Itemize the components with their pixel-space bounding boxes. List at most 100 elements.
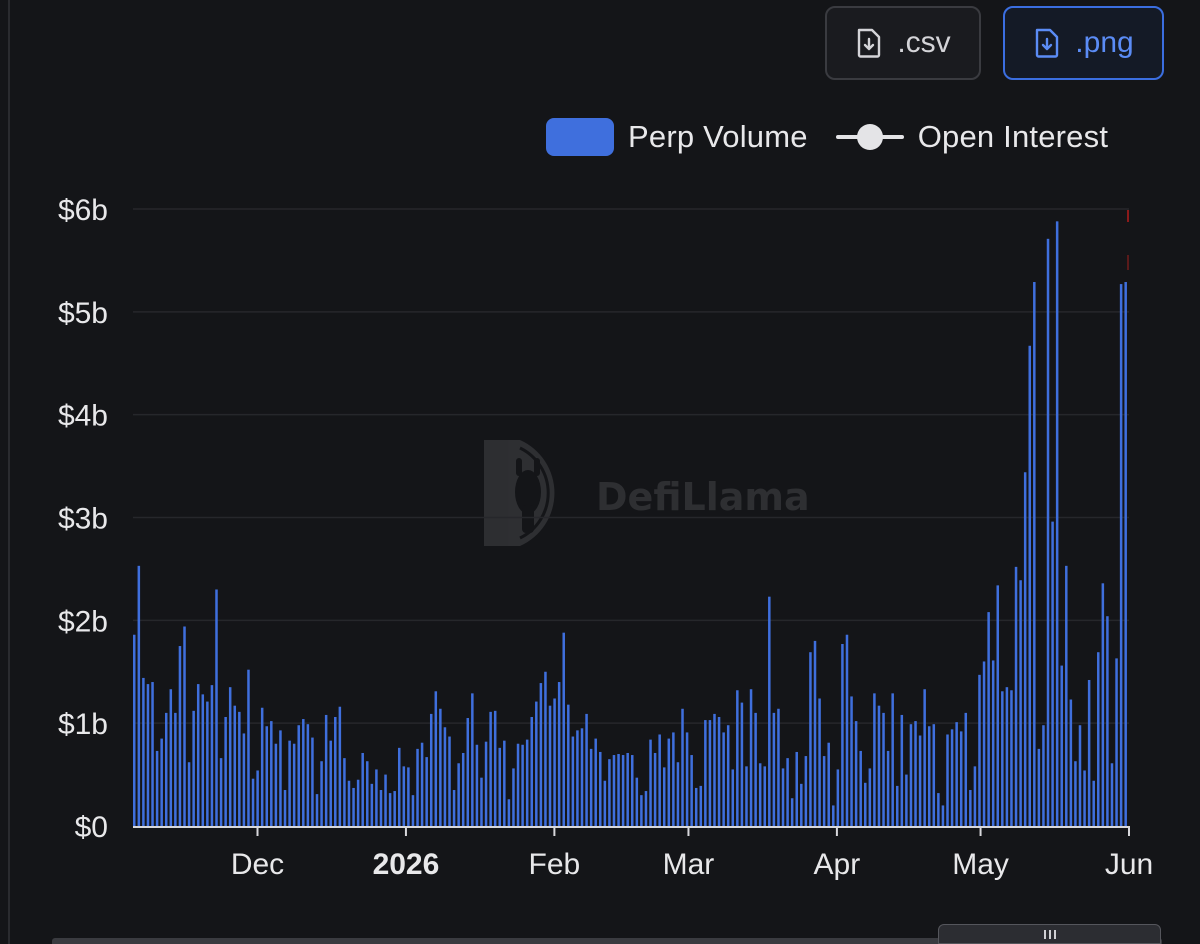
volume-bar[interactable] (717, 717, 721, 826)
volume-bar[interactable] (420, 742, 424, 826)
volume-bar[interactable] (827, 742, 830, 826)
volume-bar[interactable] (393, 791, 396, 826)
volume-bar[interactable] (832, 805, 835, 826)
volume-bar[interactable] (685, 732, 689, 826)
volume-bar[interactable] (210, 685, 214, 826)
volume-bar[interactable] (576, 730, 579, 826)
volume-bar[interactable] (439, 708, 442, 826)
volume-bar[interactable] (507, 799, 511, 826)
volume-bar[interactable] (1037, 748, 1041, 827)
volume-bar[interactable] (146, 684, 150, 826)
volume-bar[interactable] (690, 755, 693, 826)
volume-bar[interactable] (1060, 665, 1063, 826)
volume-bar[interactable] (1074, 761, 1077, 826)
volume-bar[interactable] (914, 721, 917, 826)
volume-bar[interactable] (416, 748, 419, 827)
volume-bar[interactable] (1087, 679, 1091, 826)
volume-bar[interactable] (471, 693, 474, 826)
volume-bar[interactable] (891, 693, 894, 826)
volume-bar[interactable] (886, 750, 890, 826)
volume-bar[interactable] (233, 705, 237, 826)
volume-bar[interactable] (895, 785, 899, 826)
volume-bar[interactable] (749, 689, 753, 826)
volume-bar[interactable] (407, 767, 410, 826)
volume-bar[interactable] (969, 790, 972, 826)
volume-bar[interactable] (279, 730, 282, 826)
volume-bar[interactable] (548, 705, 552, 826)
volume-bar[interactable] (877, 705, 881, 826)
volume-bar[interactable] (187, 762, 191, 826)
volume-bar[interactable] (722, 732, 725, 826)
volume-bar[interactable] (452, 790, 456, 826)
volume-bar[interactable] (219, 758, 223, 826)
volume-bar[interactable] (640, 795, 643, 826)
volume-bar[interactable] (320, 761, 323, 826)
volume-bar[interactable] (251, 778, 255, 826)
volume-bar[interactable] (617, 754, 620, 826)
volume-bar[interactable] (959, 731, 963, 826)
volume-bar[interactable] (242, 733, 246, 826)
volume-bar[interactable] (183, 626, 186, 827)
volume-bar[interactable] (1110, 763, 1114, 826)
volume-bar[interactable] (160, 738, 163, 826)
volume-bar[interactable] (603, 780, 607, 826)
volume-bar[interactable] (260, 707, 264, 826)
volume-bar[interactable] (726, 725, 730, 826)
volume-bar[interactable] (1014, 566, 1018, 826)
volume-bar[interactable] (142, 677, 145, 826)
volume-bar[interactable] (845, 634, 849, 826)
volume-bar[interactable] (498, 747, 502, 826)
volume-bar[interactable] (1046, 238, 1050, 826)
volume-bar[interactable] (864, 782, 867, 826)
volume-bar[interactable] (905, 774, 908, 826)
volume-bar[interactable] (311, 737, 314, 826)
volume-bar[interactable] (763, 766, 767, 826)
volume-bar[interactable] (443, 727, 447, 826)
volume-bar[interactable] (1042, 725, 1045, 826)
volume-bar[interactable] (475, 744, 479, 826)
volume-bar[interactable] (589, 748, 593, 827)
volume-bar[interactable] (329, 740, 332, 826)
volume-bar[interactable] (631, 755, 634, 826)
volume-bar[interactable] (1115, 658, 1118, 826)
volume-bar[interactable] (489, 711, 492, 826)
volume-bar[interactable] (516, 743, 520, 826)
volume-bar[interactable] (343, 758, 346, 826)
volume-bar[interactable] (228, 687, 232, 826)
volume-bar[interactable] (484, 741, 488, 826)
volume-bar[interactable] (813, 640, 817, 826)
volume-bar[interactable] (809, 652, 812, 826)
volume-bar[interactable] (1069, 699, 1073, 826)
volume-bar[interactable] (480, 777, 483, 826)
volume-bar[interactable] (283, 790, 287, 826)
volume-bar[interactable] (626, 752, 629, 826)
volume-bar[interactable] (699, 785, 703, 826)
volume-bar[interactable] (151, 682, 154, 826)
volume-bar[interactable] (608, 759, 611, 826)
volume-bar[interactable] (973, 766, 977, 826)
volume-bar[interactable] (347, 780, 351, 826)
volume-bar[interactable] (530, 717, 533, 826)
volume-bar[interactable] (754, 712, 757, 826)
volume-bar[interactable] (804, 756, 808, 826)
volume-bar[interactable] (745, 766, 748, 826)
volume-bar[interactable] (599, 751, 602, 826)
volume-bar[interactable] (644, 791, 648, 826)
volume-bar[interactable] (544, 671, 547, 826)
volume-bar[interactable] (987, 612, 990, 826)
volume-bar[interactable] (402, 766, 406, 826)
volume-bar[interactable] (361, 752, 364, 826)
volume-bar[interactable] (164, 712, 168, 826)
volume-bar[interactable] (461, 752, 465, 826)
volume-bar[interactable] (503, 740, 506, 826)
volume-bar[interactable] (932, 724, 936, 826)
volume-bar[interactable] (521, 744, 524, 826)
volume-bar[interactable] (991, 660, 995, 826)
volume-bar[interactable] (137, 565, 141, 826)
volume-bar[interactable] (854, 721, 858, 826)
volume-bar[interactable] (356, 779, 360, 826)
volume-bar[interactable] (1001, 691, 1004, 826)
volume-bar[interactable] (174, 712, 177, 826)
volume-bar[interactable] (909, 724, 913, 826)
volume-bar[interactable] (822, 756, 826, 826)
